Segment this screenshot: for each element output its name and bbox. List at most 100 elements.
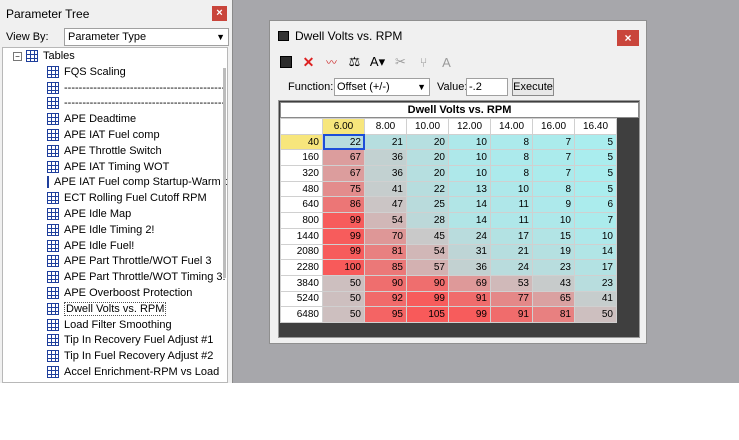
table-cell[interactable]: 45	[406, 227, 449, 245]
table-cell[interactable]: 19	[532, 243, 575, 261]
table-cell[interactable]: 36	[364, 165, 407, 182]
table-cell[interactable]: 10	[448, 133, 491, 151]
row-header[interactable]: 160	[280, 149, 323, 167]
tree-item[interactable]: ----------------------------------------…	[47, 80, 227, 96]
tree-item[interactable]: APE Part Throttle/WOT Fuel 3	[47, 254, 227, 270]
merge-icon[interactable]: ⑂	[416, 55, 431, 70]
table-cell[interactable]: 43	[532, 274, 575, 292]
column-header[interactable]: 10.00	[406, 118, 449, 135]
row-header[interactable]: 480	[280, 180, 323, 198]
table-cell[interactable]: 54	[406, 243, 449, 261]
table-cell[interactable]: 17	[490, 227, 533, 245]
table-cell[interactable]: 7	[532, 149, 575, 167]
tree-scrollbar[interactable]	[223, 68, 226, 278]
table-cell[interactable]: 25	[406, 196, 449, 214]
table-cell[interactable]: 41	[364, 180, 407, 198]
table-cell[interactable]: 91	[490, 306, 533, 323]
table-cell[interactable]: 10	[448, 149, 491, 167]
table-cell[interactable]: 14	[574, 243, 617, 261]
tree-item[interactable]: APE Deadtime	[47, 111, 227, 127]
table-cell[interactable]: 24	[448, 227, 491, 245]
table-cell[interactable]: 10	[490, 180, 533, 198]
table-cell[interactable]: 7	[574, 212, 617, 229]
table-cell[interactable]: 99	[322, 227, 365, 245]
row-header[interactable]: 2080	[280, 243, 323, 261]
table-cell[interactable]: 70	[364, 227, 407, 245]
row-header[interactable]: 40	[280, 133, 323, 151]
table-cell[interactable]: 8	[490, 165, 533, 182]
tree-item[interactable]: Tip In Fuel Recovery Adjust #2	[47, 348, 227, 364]
cut-icon[interactable]: ✂	[393, 54, 408, 70]
tree-item[interactable]: Accel Enrichment-Basic	[47, 380, 227, 382]
table-cell[interactable]: 105	[406, 306, 449, 323]
row-header[interactable]: 2280	[280, 259, 323, 276]
tree-item[interactable]: Dwell Volts vs. RPM	[47, 301, 227, 317]
table-cell[interactable]: 9	[532, 196, 575, 214]
column-header[interactable]: 6.00	[322, 118, 365, 135]
table-cell[interactable]: 24	[490, 259, 533, 276]
table-cell[interactable]: 8	[490, 149, 533, 167]
row-header[interactable]: 320	[280, 165, 323, 182]
table-cell[interactable]: 57	[406, 259, 449, 276]
table-cell[interactable]: 53	[490, 274, 533, 292]
close-icon[interactable]: ×	[617, 30, 639, 46]
table-cell[interactable]: 47	[364, 196, 407, 214]
table-cell[interactable]: 50	[322, 306, 365, 323]
table-cell[interactable]: 69	[448, 274, 491, 292]
table-cell[interactable]: 11	[490, 212, 533, 229]
view-by-select[interactable]: Parameter Type ▼	[64, 28, 229, 46]
row-header[interactable]: 1440	[280, 227, 323, 245]
table-cell[interactable]: 5	[574, 165, 617, 182]
table-cell[interactable]: 86	[322, 196, 365, 214]
table-cell[interactable]: 81	[364, 243, 407, 261]
collapse-icon[interactable]: −	[13, 51, 22, 61]
table-cell[interactable]: 50	[322, 274, 365, 292]
table-cell[interactable]: 99	[448, 306, 491, 323]
table-cell[interactable]: 54	[364, 212, 407, 229]
text-icon[interactable]: A	[439, 55, 454, 70]
table-cell[interactable]: 10	[532, 212, 575, 229]
tree-item[interactable]: APE Idle Timing 2!	[47, 222, 227, 238]
table-cell[interactable]: 7	[532, 165, 575, 182]
row-header[interactable]: 640	[280, 196, 323, 214]
close-icon[interactable]: ×	[212, 6, 227, 21]
table-cell[interactable]: 21	[490, 243, 533, 261]
table-cell[interactable]: 10	[448, 165, 491, 182]
table-cell[interactable]: 92	[364, 290, 407, 308]
table-cell[interactable]: 85	[364, 259, 407, 276]
table-cell[interactable]: 90	[406, 274, 449, 292]
discard-icon[interactable]: ✕	[301, 54, 316, 70]
table-cell[interactable]: 99	[322, 212, 365, 229]
table-cell[interactable]: 15	[532, 227, 575, 245]
row-header[interactable]: 800	[280, 212, 323, 229]
table-cell[interactable]: 23	[574, 274, 617, 292]
table-cell[interactable]: 100	[322, 259, 365, 276]
row-header[interactable]: 6480	[280, 306, 323, 323]
tree-item[interactable]: FQS Scaling	[47, 64, 227, 80]
table-cell[interactable]: 50	[574, 306, 617, 323]
table-cell[interactable]: 8	[532, 180, 575, 198]
graph-icon[interactable]: 〰	[324, 55, 339, 70]
table-cell[interactable]: 75	[322, 180, 365, 198]
table-cell[interactable]: 20	[406, 165, 449, 182]
table-cell[interactable]: 91	[448, 290, 491, 308]
tree-item[interactable]: APE Idle Map	[47, 206, 227, 222]
table-cell[interactable]: 28	[406, 212, 449, 229]
table-cell[interactable]: 99	[406, 290, 449, 308]
window-titlebar[interactable]: Dwell Volts vs. RPM	[270, 21, 646, 51]
tree-item[interactable]: APE Idle Fuel!	[47, 238, 227, 254]
table-cell[interactable]: 99	[322, 243, 365, 261]
table-cell[interactable]: 41	[574, 290, 617, 308]
column-header[interactable]: 16.40	[574, 118, 617, 135]
table-cell[interactable]: 36	[448, 259, 491, 276]
tree-item[interactable]: APE Throttle Switch	[47, 143, 227, 159]
table-cell[interactable]: 95	[364, 306, 407, 323]
column-header[interactable]: 8.00	[364, 118, 407, 135]
table-cell[interactable]: 31	[448, 243, 491, 261]
tree-item[interactable]: APE Overboost Protection	[47, 285, 227, 301]
tree-item[interactable]: Accel Enrichment-RPM vs Load	[47, 364, 227, 380]
table-cell[interactable]: 36	[364, 149, 407, 167]
font-color-icon[interactable]: A▾	[370, 54, 385, 70]
table-cell[interactable]: 6	[574, 196, 617, 214]
table-cell[interactable]: 17	[574, 259, 617, 276]
